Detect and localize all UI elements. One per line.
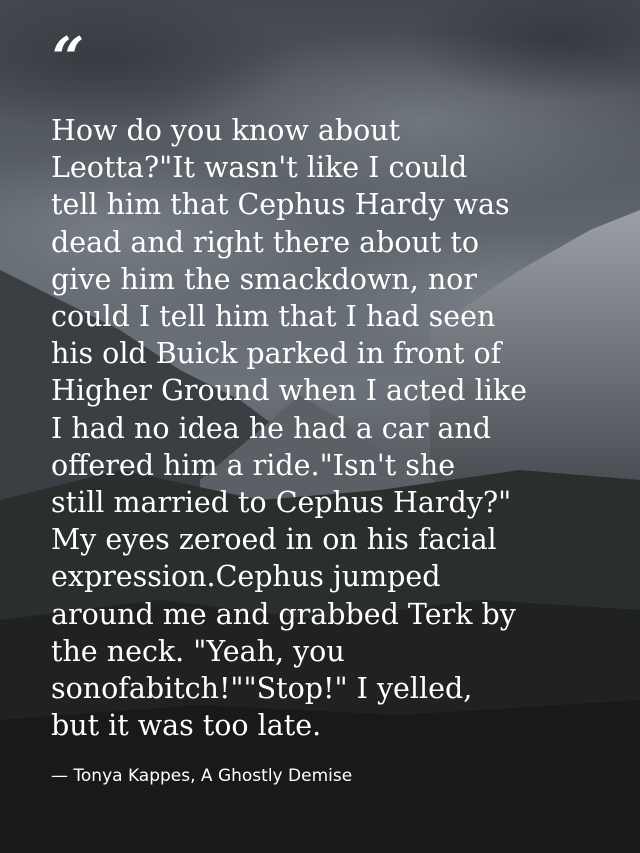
- attribution: — Tonya Kappes, A Ghostly Demise: [51, 766, 353, 786]
- quote-mark: “: [52, 25, 84, 91]
- quote-text: How do you know about Leotta?"It wasn't …: [51, 114, 527, 743]
